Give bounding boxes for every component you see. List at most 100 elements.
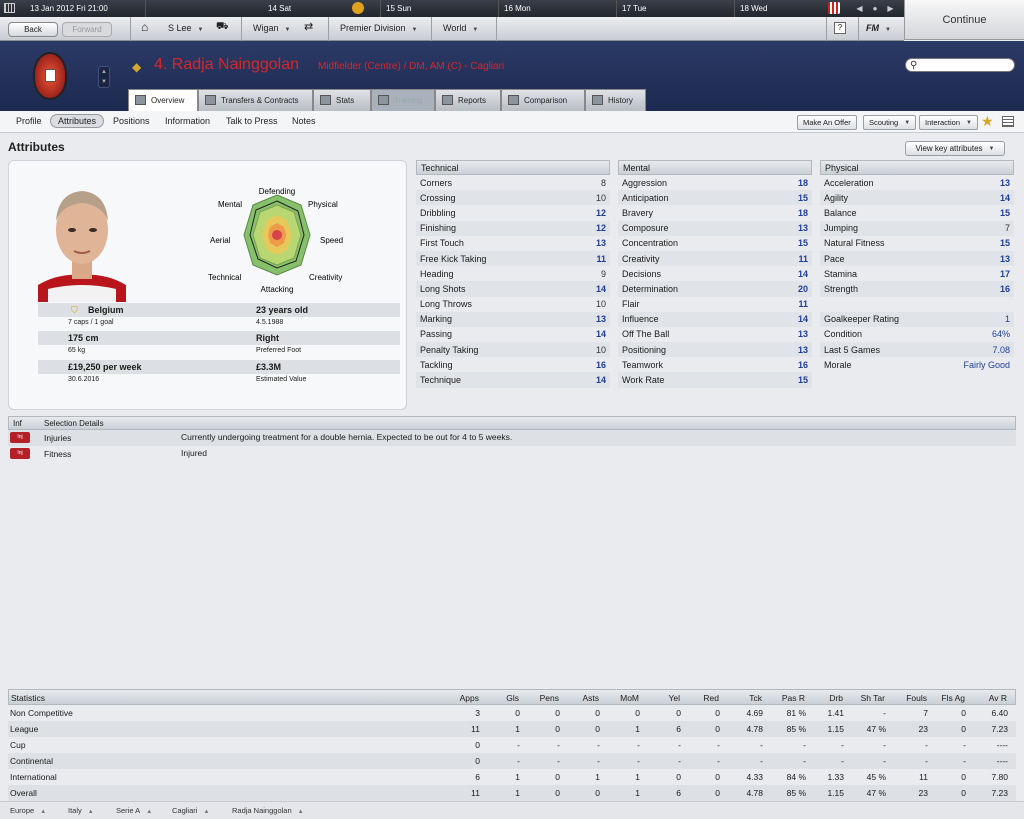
subnav-talk-to-press[interactable]: Talk to Press [226,116,278,126]
attribute-row[interactable]: Natural Fitness 15 [820,236,1014,251]
attribute-row[interactable]: Jumping 7 [820,220,1014,236]
attribute-row[interactable]: Bravery 18 [618,205,812,220]
day-1[interactable]: 14 Sat [268,4,291,13]
day-2[interactable]: 15 Sun [386,4,411,13]
attribute-row[interactable]: Passing 14 [416,327,610,342]
attribute-row[interactable]: Flair 11 [618,297,812,312]
subnav-positions[interactable]: Positions [113,116,150,126]
stats-column-header[interactable]: Tck [749,693,762,703]
attribute-row[interactable]: Penalty Taking 10 [416,342,610,358]
breadcrumb-item[interactable]: Radja Nainggolan ▲ [232,806,304,815]
attribute-row[interactable]: Technique 14 [416,372,610,388]
attribute-row[interactable]: Aggression 18 [618,175,812,190]
stats-column-header[interactable]: Drb [829,693,843,703]
attribute-row[interactable]: First Touch 13 [416,236,610,251]
calendar-nav[interactable]: ◀ ● ▶ [848,2,902,15]
stats-row[interactable]: Overall 11 1 0 0 1 6 0 4.78 85 % 1.15 47 % 23 0 7.23 [8,785,1016,801]
attribute-row[interactable]: Creativity 11 [618,250,812,267]
attribute-row[interactable]: Long Throws 10 [416,297,610,312]
next-icon[interactable]: ▶ [887,4,893,13]
favourite-star-icon[interactable]: ★ [981,113,994,130]
attribute-row[interactable]: Strength 16 [820,281,1014,297]
tab-history[interactable]: History [585,89,646,111]
stats-column-header[interactable]: Apps [460,693,479,703]
competition-menu[interactable]: Premier Division ▼ [340,23,417,33]
stats-row[interactable]: Continental 0- - - - - - - - - - - - ---- [8,753,1016,769]
shortlist-icon[interactable] [1002,116,1014,127]
attribute-row[interactable]: Pace 13 [820,250,1014,267]
selection-row[interactable]: Inj Fitness Injured [8,446,1016,462]
day-5[interactable]: 18 Wed [740,4,767,13]
search-input[interactable]: ⚲ [905,58,1015,72]
club-menu[interactable]: Wigan ▼ [253,23,290,33]
attribute-row[interactable]: Influence 14 [618,311,812,327]
breadcrumb-item[interactable]: Italy ▲ [68,806,94,815]
subnav-information[interactable]: Information [165,116,210,126]
attribute-row[interactable]: Heading 9 [416,266,610,281]
scouting-menu[interactable]: Scouting ▼ [863,115,917,130]
stats-column-header[interactable]: Statistics [11,693,45,703]
tab-stats[interactable]: Stats [313,89,371,111]
attribute-row[interactable]: Corners 8 [416,175,610,190]
tab-reports[interactable]: Reports [435,89,501,111]
stats-row[interactable]: International 6 1 0 1 1 0 0 4.33 84 % 1.33 45 % 11 0 7… [8,769,1016,785]
stats-column-header[interactable]: Fls Ag [941,693,965,703]
fm-menu[interactable]: FM ▼ [866,23,891,33]
prev-icon[interactable]: ◀ [856,4,862,13]
breadcrumb-item[interactable]: Cagliari ▲ [172,806,209,815]
player-switch-arrows[interactable]: ▲ ▼ [98,66,110,88]
home-icon[interactable]: ⌂ [141,20,148,34]
continue-button[interactable]: Continue [904,0,1024,40]
attribute-row[interactable]: Concentration 15 [618,236,812,251]
subnav-notes[interactable]: Notes [292,116,316,126]
attribute-row[interactable]: Work Rate 15 [618,372,812,388]
attribute-row[interactable]: Tackling 16 [416,357,610,372]
subnav-attributes[interactable]: Attributes [50,114,105,128]
attribute-row[interactable]: Free Kick Taking 11 [416,250,610,267]
stats-column-header[interactable]: Pens [540,693,559,703]
make-offer-button[interactable]: Make An Offer [797,115,857,130]
breadcrumb-item[interactable]: Europe ▲ [10,806,46,815]
tab-transfers[interactable]: Transfers & Contracts [198,89,313,111]
attribute-row[interactable]: Acceleration 13 [820,175,1014,190]
attribute-row[interactable]: Finishing 12 [416,220,610,236]
attribute-row[interactable]: Off The Ball 13 [618,327,812,342]
tab-overview[interactable]: Overview [128,89,198,111]
attribute-row[interactable]: Teamwork 16 [618,357,812,372]
manager-menu[interactable]: S Lee ▼ [168,23,203,33]
stats-column-header[interactable]: Fouls [906,693,927,703]
attribute-row[interactable]: Dribbling 12 [416,205,610,220]
world-menu[interactable]: World ▼ [443,23,478,33]
swap-icon[interactable]: ⇄ [304,20,313,33]
day-4[interactable]: 17 Tue [622,4,646,13]
attribute-row[interactable]: Stamina 17 [820,266,1014,281]
attribute-row[interactable]: Determination 20 [618,281,812,297]
stats-row[interactable]: Non Competitive 3 0 0 0 0 0 0 4.69 81 % 1.41 - 7 0 6.4… [8,705,1016,721]
forward-button[interactable]: Forward [62,22,112,37]
attribute-row[interactable]: Crossing 10 [416,190,610,206]
back-button[interactable]: Back [8,22,58,37]
attribute-row[interactable]: Decisions 14 [618,266,812,281]
stats-column-header[interactable]: Gls [506,693,519,703]
attribute-row[interactable]: Anticipation 15 [618,190,812,206]
tab-comparison[interactable]: Comparison [501,89,585,111]
day-3[interactable]: 16 Mon [504,4,531,13]
interaction-menu[interactable]: Interaction ▼ [919,115,978,130]
stats-column-header[interactable]: Av R [989,693,1007,703]
attribute-row[interactable]: Positioning 13 [618,342,812,358]
stats-column-header[interactable]: Red [703,693,719,703]
stats-column-header[interactable]: Asts [582,693,599,703]
attribute-row[interactable]: Agility 14 [820,190,1014,206]
attribute-row[interactable]: Marking 13 [416,311,610,327]
stats-column-header[interactable]: Yel [668,693,680,703]
view-key-attributes-button[interactable]: View key attributes ▼ [905,141,1005,156]
stats-row[interactable]: Cup 0- - - - - - - - - - - - ---- [8,737,1016,753]
stats-column-header[interactable]: MoM [620,693,639,703]
attribute-row[interactable]: Balance 15 [820,205,1014,220]
nation[interactable]: Belgium [88,305,124,315]
attribute-row[interactable]: Long Shots 14 [416,281,610,297]
stats-column-header[interactable]: Sh Tar [861,693,885,703]
selection-row[interactable]: Inj Injuries Currently undergoing treatmen… [8,430,1016,446]
stats-column-header[interactable]: Pas R [782,693,805,703]
subnav-profile[interactable]: Profile [16,116,42,126]
